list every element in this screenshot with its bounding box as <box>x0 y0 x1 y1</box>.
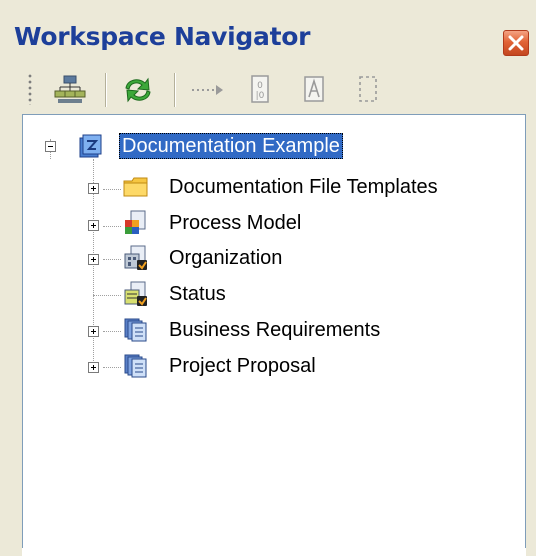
toolbar: 0 |0 <box>0 62 536 114</box>
expand-toggle[interactable] <box>88 220 99 231</box>
tree-bottom-edge <box>22 548 526 556</box>
toolbar-separator <box>174 73 176 107</box>
tree-item-label[interactable]: Organization <box>169 245 282 271</box>
expand-toggle[interactable] <box>88 183 99 194</box>
expand-toggle[interactable] <box>88 362 99 373</box>
tree-item[interactable]: Documentation File Templates <box>23 169 523 203</box>
tree-item[interactable]: Business Requirements <box>23 313 523 347</box>
workspace-icon <box>77 133 103 159</box>
text-icon <box>304 76 324 102</box>
svg-text:|0: |0 <box>256 91 265 101</box>
folder-icon <box>123 174 149 200</box>
collapse-toggle[interactable] <box>45 141 56 152</box>
properties-icon: 0 |0 <box>251 75 269 103</box>
toolbar-grip[interactable] <box>28 73 32 105</box>
tree-root-row[interactable]: Documentation Example <box>23 131 523 165</box>
tree-item-label[interactable]: Process Model <box>169 210 301 236</box>
status-icon <box>123 281 149 307</box>
properties-button[interactable]: 0 |0 <box>240 70 280 110</box>
expand-toggle[interactable] <box>88 326 99 337</box>
svg-text:0: 0 <box>257 81 263 91</box>
text-button[interactable] <box>294 70 334 110</box>
hierarchy-icon <box>54 75 86 103</box>
tree-item[interactable]: Process Model <box>23 205 523 239</box>
tree-item[interactable]: Status <box>23 277 523 311</box>
hierarchy-button[interactable] <box>50 70 90 110</box>
process-model-icon <box>123 210 149 236</box>
tree-item-label[interactable]: Business Requirements <box>169 317 380 343</box>
workspace-navigator-panel: Workspace Navigator 0 |0 Documentation E… <box>0 0 536 556</box>
tree-item-label[interactable]: Status <box>169 281 226 307</box>
link-arrow-button[interactable] <box>188 70 228 110</box>
workspace-tree: Documentation Example Documentation File… <box>22 114 526 556</box>
document-stack-icon <box>123 317 149 343</box>
organization-icon <box>123 245 149 271</box>
tree-item[interactable]: Organization <box>23 241 523 275</box>
toolbar-separator <box>105 73 107 107</box>
tree-root-label[interactable]: Documentation Example <box>119 133 343 159</box>
close-icon <box>508 35 524 51</box>
close-button[interactable] <box>503 30 529 56</box>
refresh-button[interactable] <box>118 70 158 110</box>
tree-item[interactable]: Project Proposal <box>23 349 523 383</box>
dashed-selection-icon <box>359 76 377 102</box>
expand-toggle[interactable] <box>88 254 99 265</box>
dotted-arrow-icon <box>192 85 223 95</box>
tree-item-label[interactable]: Documentation File Templates <box>169 174 438 200</box>
refresh-icon <box>125 77 151 103</box>
selection-button[interactable] <box>348 70 388 110</box>
tree-item-label[interactable]: Project Proposal <box>169 353 316 379</box>
document-stack-icon <box>123 353 149 379</box>
panel-title: Workspace Navigator <box>14 22 311 51</box>
